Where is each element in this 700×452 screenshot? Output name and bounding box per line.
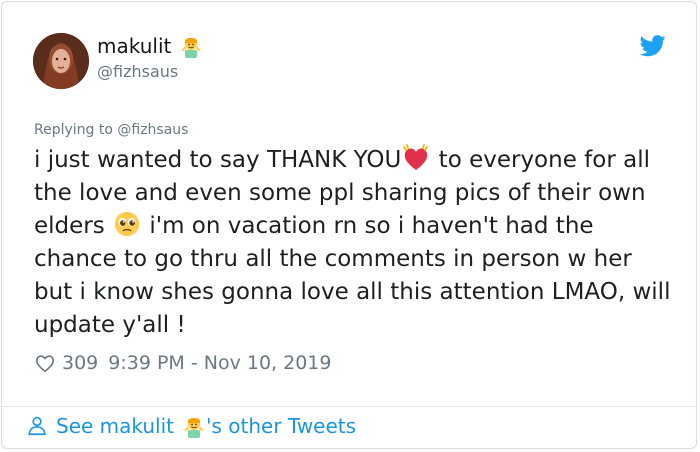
like-count: 309: [62, 352, 99, 374]
user-handle[interactable]: @fizhsaus: [97, 62, 178, 81]
like-button[interactable]: 309: [34, 352, 98, 374]
heart-outline-icon: [35, 355, 55, 373]
tweet-timestamp[interactable]: 9:39 PM - Nov 10, 2019: [108, 352, 331, 374]
sparkling-heart-icon: [401, 144, 431, 172]
avatar-image: [33, 33, 89, 89]
replying-to-label: Replying to: [34, 122, 113, 138]
see-other-prefix: See makulit: [56, 414, 174, 438]
person-icon: [28, 416, 46, 436]
person-raising-hands-icon: [179, 34, 203, 58]
tweet-meta: 309 9:39 PM - Nov 10, 2019: [34, 352, 332, 374]
twitter-bird-icon[interactable]: [639, 35, 666, 57]
footer-divider: [2, 406, 696, 407]
avatar[interactable]: [33, 33, 89, 89]
replying-to: Replying to @fizhsaus: [34, 122, 188, 138]
see-other-tweets-link[interactable]: See makulit 's other Tweets: [26, 414, 356, 438]
tweet-text-part1: i just wanted to say THANK YOU: [34, 147, 402, 173]
user-name[interactable]: makulit: [97, 34, 203, 58]
tweet-card: makulit @fizhsaus Replying to @fizhsaus …: [1, 1, 697, 449]
user-name-label[interactable]: makulit: [97, 34, 171, 58]
replying-to-handle[interactable]: @fizhsaus: [117, 122, 188, 138]
person-raising-hands-icon: [182, 414, 206, 438]
see-other-suffix: 's other Tweets: [206, 414, 357, 438]
tweet-text: i just wanted to say THANK YOU to everyo…: [34, 144, 674, 342]
pleading-face-icon: [112, 210, 142, 238]
